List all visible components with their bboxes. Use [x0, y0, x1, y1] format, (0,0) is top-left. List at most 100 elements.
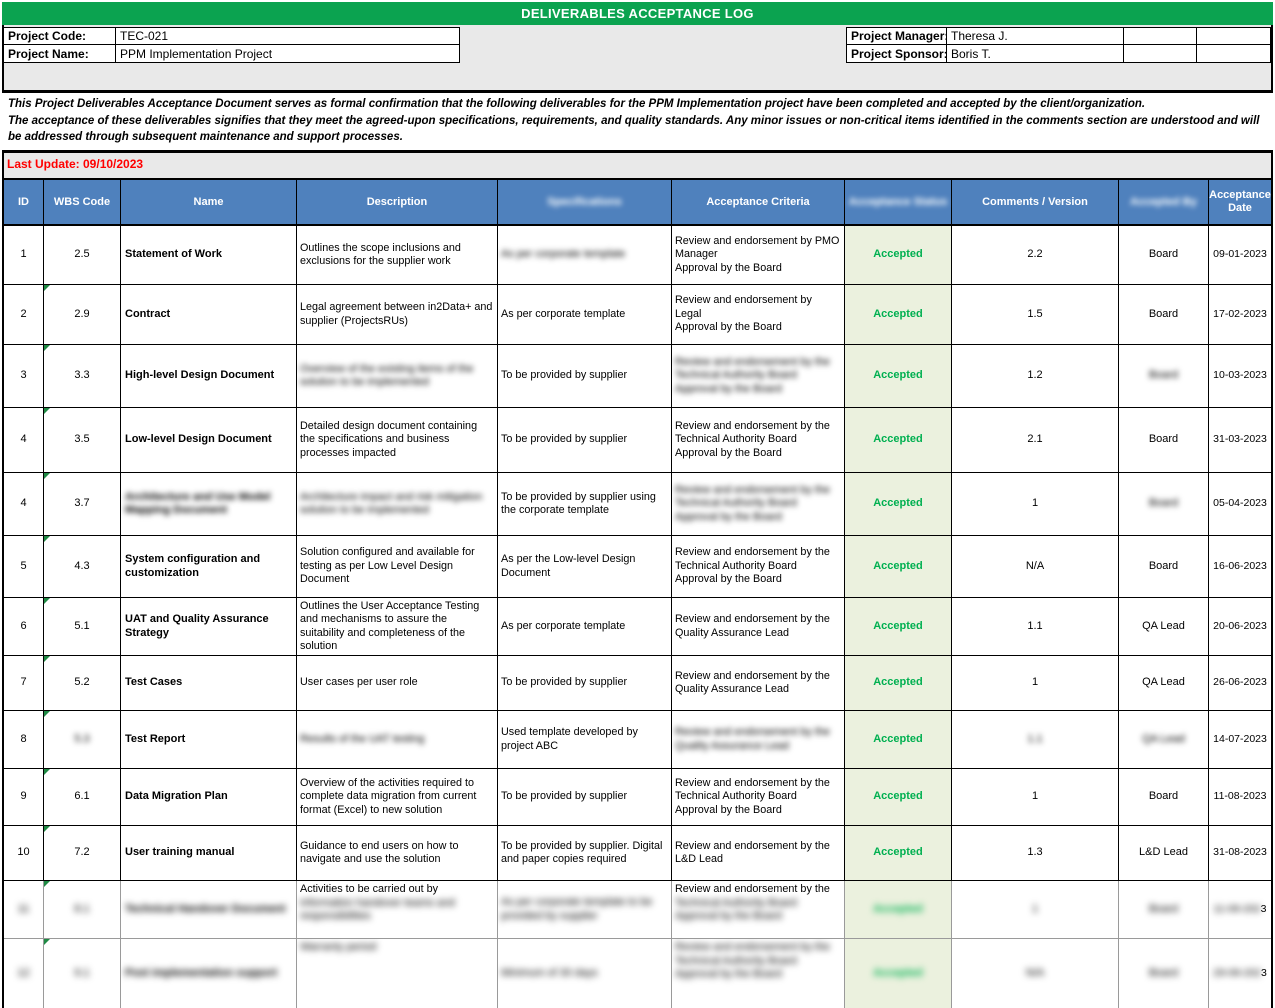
cell-criteria[interactable]: Review and endorsement by Legal Approval… — [672, 285, 845, 345]
cell-desc[interactable]: Results of the UAT testing — [297, 711, 498, 769]
empty-cell[interactable] — [1197, 28, 1270, 44]
cell-spec[interactable]: To be provided by supplier — [498, 656, 672, 711]
empty-cell[interactable] — [1197, 45, 1270, 62]
cell-spec[interactable]: To be provided by supplier — [498, 408, 672, 473]
header-date[interactable]: Acceptance Date — [1209, 180, 1271, 224]
last-update[interactable]: Last Update: 09/10/2023 — [7, 157, 143, 171]
cell-desc[interactable]: User cases per user role — [297, 656, 498, 711]
cell-id[interactable]: 4 — [4, 473, 44, 536]
cell-date[interactable]: 09-01-2023 — [1209, 226, 1271, 285]
cell-by[interactable]: Board — [1119, 536, 1209, 598]
cell-desc[interactable]: Legal agreement between in2Data+ and sup… — [297, 285, 498, 345]
cell-status[interactable]: Accepted — [845, 711, 952, 769]
cell-criteria[interactable]: Review and endorsement by the L&D Lead — [672, 826, 845, 881]
cell-name[interactable]: High-level Design Document — [121, 345, 297, 408]
cell-id[interactable]: 7 — [4, 656, 44, 711]
cell-comments[interactable]: 2.1 — [952, 408, 1119, 473]
cell-criteria[interactable]: Review and endorsement by the Technical … — [672, 939, 845, 1008]
cell-spec[interactable]: As per corporate template — [498, 598, 672, 656]
cell-desc[interactable]: Overview of the activities required to c… — [297, 769, 498, 826]
cell-desc[interactable]: Warranty period — [297, 939, 498, 1008]
cell-id[interactable]: 3 — [4, 345, 44, 408]
project-code-value[interactable]: TEC-021 — [116, 28, 459, 44]
cell-wbs[interactable]: 3.3 — [44, 345, 121, 408]
cell-spec[interactable]: To be provided by supplier. Digital and … — [498, 826, 672, 881]
cell-wbs[interactable]: 8.1 — [44, 881, 121, 939]
cell-spec[interactable]: To be provided by supplier using the cor… — [498, 473, 672, 536]
header-comments[interactable]: Comments / Version — [952, 180, 1119, 224]
cell-status[interactable]: Accepted — [845, 408, 952, 473]
header-spec[interactable]: Specifications — [498, 180, 672, 224]
header-criteria[interactable]: Acceptance Criteria — [672, 180, 845, 224]
cell-date[interactable]: 26-06-2023 — [1209, 656, 1271, 711]
cell-name[interactable]: Statement of Work — [121, 226, 297, 285]
cell-date[interactable]: 31-03-2023 — [1209, 408, 1271, 473]
cell-by[interactable]: Board — [1119, 226, 1209, 285]
cell-date[interactable]: 17-02-2023 — [1209, 285, 1271, 345]
cell-wbs[interactable]: 2.5 — [44, 226, 121, 285]
cell-by[interactable]: QA Lead — [1119, 711, 1209, 769]
cell-status[interactable]: Accepted — [845, 769, 952, 826]
cell-comments[interactable]: 1.1 — [952, 711, 1119, 769]
cell-comments[interactable]: N/A — [952, 536, 1119, 598]
cell-wbs[interactable]: 4.3 — [44, 536, 121, 598]
header-by[interactable]: Accepted By — [1119, 180, 1209, 224]
cell-name[interactable]: User training manual — [121, 826, 297, 881]
cell-name[interactable]: UAT and Quality Assurance Strategy — [121, 598, 297, 656]
cell-criteria[interactable]: Review and endorsement by theTechnical A… — [672, 881, 845, 939]
cell-desc[interactable]: Solution configured and available for te… — [297, 536, 498, 598]
cell-comments[interactable]: 1 — [952, 473, 1119, 536]
cell-status[interactable]: Accepted — [845, 656, 952, 711]
project-manager-value[interactable]: Theresa J. — [947, 28, 1124, 44]
empty-cell[interactable] — [1124, 28, 1197, 44]
cell-comments[interactable]: 1.1 — [952, 598, 1119, 656]
cell-by[interactable]: Board — [1119, 881, 1209, 939]
cell-by[interactable]: Board — [1119, 769, 1209, 826]
cell-id[interactable]: 9 — [4, 769, 44, 826]
cell-comments[interactable]: 1 — [952, 656, 1119, 711]
cell-id[interactable]: 6 — [4, 598, 44, 656]
header-status[interactable]: Acceptance Status — [845, 180, 952, 224]
header-wbs[interactable]: WBS Code — [44, 180, 121, 224]
cell-criteria[interactable]: Review and endorsement by the Quality As… — [672, 656, 845, 711]
cell-date[interactable]: 31-08-2023 — [1209, 826, 1271, 881]
cell-wbs[interactable]: 3.5 — [44, 408, 121, 473]
header-id[interactable]: ID — [4, 180, 44, 224]
cell-desc[interactable]: Outlines the User Acceptance Testing and… — [297, 598, 498, 656]
cell-criteria[interactable]: Review and endorsement by PMO Manager Ap… — [672, 226, 845, 285]
cell-spec[interactable]: Used template developed by project ABC — [498, 711, 672, 769]
cell-comments[interactable]: 1 — [952, 881, 1119, 939]
cell-by[interactable]: Board — [1119, 473, 1209, 536]
cell-status[interactable]: Accepted — [845, 473, 952, 536]
cell-spec[interactable]: Minimum of 30 days — [498, 939, 672, 1008]
cell-comments[interactable]: N/A — [952, 939, 1119, 1008]
cell-id[interactable]: 11 — [4, 881, 44, 939]
cell-date[interactable]: 11-08-2023 — [1209, 769, 1271, 826]
header-desc[interactable]: Description — [297, 180, 498, 224]
cell-spec[interactable]: To be provided by supplier — [498, 345, 672, 408]
cell-by[interactable]: Board — [1119, 408, 1209, 473]
project-sponsor-value[interactable]: Boris T. — [947, 45, 1124, 62]
cell-criteria[interactable]: Review and endorsement by the Technical … — [672, 769, 845, 826]
cell-by[interactable]: QA Lead — [1119, 598, 1209, 656]
cell-criteria[interactable]: Review and endorsement by the Technical … — [672, 408, 845, 473]
cell-id[interactable]: 12 — [4, 939, 44, 1008]
cell-wbs[interactable]: 5.3 — [44, 711, 121, 769]
cell-comments[interactable]: 1.3 — [952, 826, 1119, 881]
cell-by[interactable]: QA Lead — [1119, 656, 1209, 711]
cell-name[interactable]: Architecture and Use Model Mapping Docum… — [121, 473, 297, 536]
cell-status[interactable]: Accepted — [845, 345, 952, 408]
cell-by[interactable]: Board — [1119, 939, 1209, 1008]
cell-spec[interactable]: As per the Low-level Design Document — [498, 536, 672, 598]
cell-wbs[interactable]: 9.1 — [44, 939, 121, 1008]
cell-by[interactable]: Board — [1119, 345, 1209, 408]
cell-date[interactable]: 16-06-2023 — [1209, 536, 1271, 598]
cell-spec[interactable]: As per corporate template — [498, 226, 672, 285]
cell-wbs[interactable]: 5.2 — [44, 656, 121, 711]
cell-id[interactable]: 5 — [4, 536, 44, 598]
cell-name[interactable]: Contract — [121, 285, 297, 345]
cell-desc[interactable]: Architecture impact and risk mitigation … — [297, 473, 498, 536]
cell-wbs[interactable]: 7.2 — [44, 826, 121, 881]
cell-name[interactable]: Data Migration Plan — [121, 769, 297, 826]
cell-desc[interactable]: Detailed design document containing the … — [297, 408, 498, 473]
